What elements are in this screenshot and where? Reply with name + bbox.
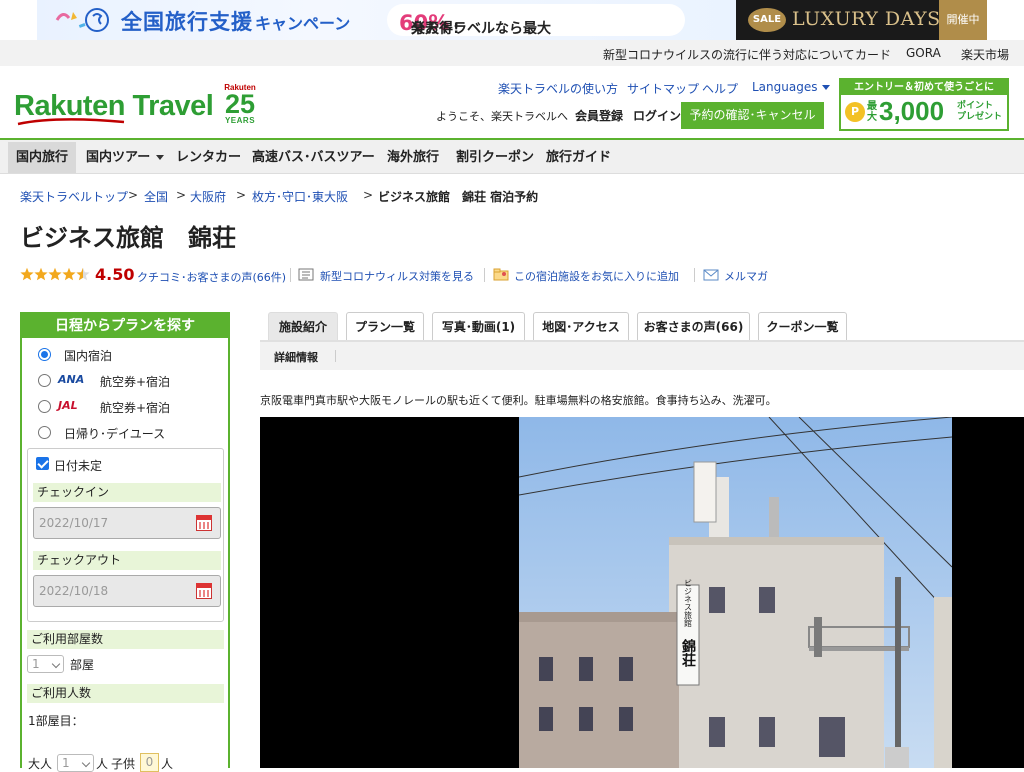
- favorite-folder-icon: [493, 268, 509, 281]
- help-link[interactable]: ヘルプ: [702, 80, 738, 97]
- login-link[interactable]: ログイン: [633, 107, 681, 124]
- rating-stars-icon: [20, 267, 90, 281]
- promo-banner[interactable]: 全国旅行支援 キャンペーン 楽天トラベルなら最大 60% 分お得! SALE LUXU…: [0, 0, 1024, 40]
- subtab-bar: 詳細情報: [260, 342, 1024, 370]
- card-link[interactable]: カード: [855, 46, 891, 63]
- checkout-date-input[interactable]: 2022/10/18: [33, 575, 221, 607]
- nav-overseas-travel[interactable]: 海外旅行: [379, 142, 447, 173]
- hotel-building-photo: ビジネス旅館 錦荘: [519, 417, 952, 768]
- reservation-check-button[interactable]: 予約の確認･キャンセル: [681, 102, 824, 129]
- calendar-icon[interactable]: [196, 583, 212, 599]
- breadcrumb-osaka[interactable]: 大阪府: [190, 188, 226, 205]
- date-undecided-checkbox[interactable]: [36, 457, 49, 470]
- hotel-sign-small: ビジネス旅館: [684, 579, 693, 628]
- room1-label: 1部屋目：: [28, 714, 84, 728]
- tab-facility-info[interactable]: 施設紹介: [268, 312, 338, 340]
- tab-plan-list[interactable]: プラン一覧: [346, 312, 424, 340]
- reviews-link[interactable]: クチコミ･お客さまの声(66件): [137, 269, 286, 285]
- confetti-icon: [55, 8, 109, 32]
- breadcrumb-nationwide[interactable]: 全国: [144, 188, 168, 205]
- hotel-description: 京阪電車門真市駅や大阪モノレールの駅も近くて便利。駐車場無料の格安旅館。食事持ち…: [260, 394, 777, 407]
- breadcrumb-current: ビジネス旅館 錦荘 宿泊予約: [378, 190, 539, 204]
- promo-title: 全国旅行支援 キャンペーン: [121, 10, 351, 34]
- logo-swoosh-icon: [17, 118, 125, 126]
- caret-down-icon: [156, 155, 165, 160]
- covid-notice-link[interactable]: 新型コロナウイルスの流行に伴う対応について: [603, 46, 855, 63]
- rooms-select[interactable]: 1: [27, 655, 64, 673]
- 25-years-badge: Rakuten 25 YEARS: [224, 83, 256, 125]
- tab-coupons[interactable]: クーポン一覧: [758, 312, 847, 340]
- add-favorite-link[interactable]: この宿泊施設をお気に入りに追加: [514, 268, 679, 284]
- luxury-days-banner[interactable]: SALE LUXURY DAYS 開催中: [736, 0, 987, 40]
- languages-dropdown[interactable]: Languages: [752, 80, 831, 94]
- nav-highway-bus[interactable]: 高速バス･バスツアー: [244, 142, 383, 173]
- nav-domestic-tour[interactable]: 国内ツアー: [78, 142, 172, 173]
- chevron-down-icon: [822, 85, 831, 90]
- hotel-sign-name: 錦荘: [680, 638, 696, 667]
- promo-pill: 楽天トラベルなら最大 60% 分お得!: [387, 4, 685, 37]
- nav-travel-guide[interactable]: 旅行ガイド: [538, 142, 619, 173]
- tab-guest-reviews[interactable]: お客さまの声(66): [637, 312, 750, 340]
- mail-icon: [703, 269, 719, 281]
- rating-score: 4.50: [95, 265, 135, 284]
- subtab-details[interactable]: 詳細情報: [274, 349, 318, 365]
- rooms-label: ご利用部屋数: [27, 630, 224, 649]
- jal-logo-icon: JAL: [58, 399, 78, 412]
- radio-selected-icon: [38, 348, 51, 361]
- adult-count-select[interactable]: 1: [57, 754, 94, 772]
- tab-photos-videos[interactable]: 写真･動画(1): [432, 312, 525, 340]
- entry-campaign-banner[interactable]: エントリー＆初めて使うごとに P 最大 3,000 ポイント プレゼント: [839, 78, 1009, 131]
- sitemap-link[interactable]: サイトマップ: [627, 80, 699, 97]
- utility-bar: 新型コロナウイルスの流行に伴う対応について カード GORA 楽天市場: [0, 40, 1024, 66]
- guests-label: ご利用人数: [27, 684, 224, 703]
- child-count-input[interactable]: 0: [140, 753, 159, 772]
- now-open-badge: 開催中: [939, 0, 987, 40]
- tab-map-access[interactable]: 地図･アクセス: [533, 312, 629, 340]
- sale-badge: SALE: [748, 8, 786, 32]
- plan-search-panel: 日程からプランを探す 国内宿泊 ANA 航空券+宿泊 JAL 航空券+宿泊 日帰…: [20, 312, 230, 772]
- newsletter-link[interactable]: メルマガ: [724, 268, 768, 284]
- nav-coupons[interactable]: 割引クーポン: [448, 142, 542, 173]
- plan-search-title: 日程からプランを探す: [22, 314, 228, 338]
- date-undecided-label: 日付未定: [54, 459, 103, 473]
- hotel-photo-viewer[interactable]: ビジネス旅館 錦荘: [260, 417, 1024, 768]
- document-icon: [298, 268, 314, 281]
- breadcrumb-top[interactable]: 楽天トラベルトップ: [20, 188, 128, 205]
- nav-rent-a-car[interactable]: レンタカー: [168, 142, 249, 173]
- checkin-label: チェックイン: [33, 483, 221, 502]
- calendar-icon[interactable]: [196, 515, 212, 531]
- ana-logo-icon: ANA: [58, 373, 85, 386]
- global-nav: 国内旅行 国内ツアー レンタカー 高速バス･バスツアー 海外旅行 割引クーポン …: [0, 138, 1024, 174]
- checkout-label: チェックアウト: [33, 551, 221, 570]
- point-coin-icon: P: [845, 102, 865, 122]
- how-to-use-link[interactable]: 楽天トラベルの使い方: [498, 80, 618, 97]
- covid-measures-link[interactable]: 新型コロナウィルス対策を見る: [320, 268, 474, 284]
- date-selection-box: 日付未定 チェックイン 2022/10/17 チェックアウト 2022/10/1…: [27, 448, 224, 622]
- nav-domestic-travel[interactable]: 国内旅行: [8, 142, 77, 173]
- welcome-text: ようこそ、楽天トラベルへ: [436, 110, 568, 123]
- luxury-days-text: LUXURY DAYS: [792, 8, 941, 30]
- breadcrumb-area[interactable]: 枚方･守口･東大阪: [252, 188, 348, 205]
- register-link[interactable]: 会員登録: [575, 107, 623, 124]
- child-label: 子供: [111, 757, 136, 771]
- adult-label: 大人: [28, 757, 53, 771]
- rakuten-ichiba-link[interactable]: 楽天市場: [961, 46, 1009, 63]
- travel-support-banner[interactable]: 全国旅行支援 キャンペーン 楽天トラベルなら最大 60% 分お得!: [37, 0, 736, 40]
- gora-link[interactable]: GORA: [906, 46, 941, 60]
- checkin-date-input[interactable]: 2022/10/17: [33, 507, 221, 539]
- page-title: ビジネス旅館 錦荘: [20, 224, 236, 252]
- rooms-unit: 部屋: [70, 658, 95, 672]
